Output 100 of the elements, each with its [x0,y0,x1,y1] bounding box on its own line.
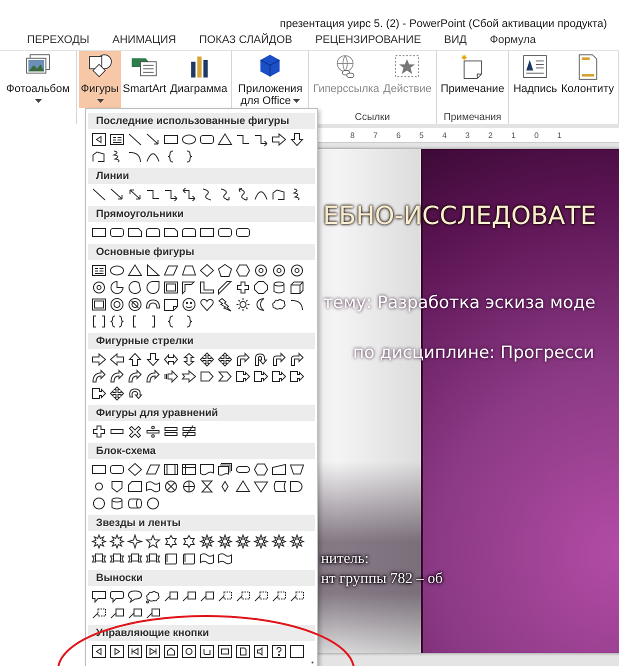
ribbon-button[interactable]: Надпись [511,51,560,96]
card-icon[interactable] [127,479,143,494]
bent-arrow-icon[interactable] [271,352,287,367]
diamond-icon[interactable] [199,263,215,278]
scroll-icon[interactable] [163,551,179,566]
action-button-beginning-icon[interactable] [127,644,143,659]
diagonal-stripe-icon[interactable] [217,280,233,295]
teardrop-icon[interactable] [145,280,161,295]
double-arrow-icon[interactable] [163,352,179,367]
half-frame-icon[interactable] [181,280,197,295]
action-button-document-icon[interactable] [235,644,251,659]
elbow-arrow-icon[interactable] [163,187,179,202]
double-arrow-vertical-icon[interactable] [181,352,197,367]
numbered-circle-icon[interactable] [253,263,269,278]
l-shape-icon[interactable] [199,280,215,295]
multi-document-icon[interactable] [217,462,233,477]
dashed-line-callout-icon[interactable] [271,589,287,604]
u-turn-arrow-icon[interactable] [253,352,269,367]
ribbon-tab[interactable]: РЕЦЕНЗИРОВАНИЕ [315,34,422,46]
rounded-rectangle-icon[interactable] [235,225,251,240]
donut-icon[interactable] [109,297,125,312]
multiply-icon[interactable] [127,424,143,439]
horizontal-cylinder-icon[interactable] [127,496,143,511]
wave-icon[interactable] [217,551,233,566]
oval-callout-icon[interactable] [127,589,143,604]
chord-icon[interactable] [127,280,143,295]
cross-circle-icon[interactable] [163,479,179,494]
numbered-circle-icon[interactable] [289,263,305,278]
octagon-icon[interactable] [253,280,269,295]
cylinder-icon[interactable] [271,280,287,295]
dashed-line-callout-icon[interactable] [289,589,305,604]
ribbon-button[interactable]: Диаграмма [168,51,230,96]
freeform-icon[interactable] [271,187,287,202]
line-callout-icon[interactable] [109,606,125,621]
bracket-pair-icon[interactable] [91,314,107,329]
equal-icon[interactable] [163,424,179,439]
dashed-line-callout-icon[interactable] [91,606,107,621]
arrow-right-icon[interactable] [91,352,107,367]
action-button-return-icon[interactable] [199,644,215,659]
arc-icon[interactable] [289,297,305,312]
cube-icon[interactable] [289,280,305,295]
lightning-icon[interactable] [217,297,233,312]
divide-icon[interactable] [145,424,161,439]
notched-arrow-icon[interactable] [181,369,197,384]
callout-arrow-icon[interactable] [235,369,251,384]
ribbon-tab[interactable]: АНИМАЦИЯ [112,34,176,46]
right-triangle-icon[interactable] [145,263,161,278]
cylinder-icon[interactable] [109,496,125,511]
text-box-icon[interactable] [91,263,107,278]
text-box-icon[interactable] [109,132,125,147]
rounded-rectangle-icon[interactable] [109,225,125,240]
line-icon[interactable] [127,132,143,147]
triangle-icon[interactable] [235,479,251,494]
circle-icon[interactable] [91,496,107,511]
quad-arrow-icon[interactable] [217,352,233,367]
arrow-up-icon[interactable] [127,352,143,367]
offpage-icon[interactable] [109,479,125,494]
oval-icon[interactable] [181,132,197,147]
ribbon-tab[interactable]: ПЕРЕХОДЫ [27,34,90,46]
quad-arrow-icon[interactable] [109,386,125,401]
circular-arrow-icon[interactable] [127,386,143,401]
rectangle-icon[interactable] [91,225,107,240]
curved-arrow-icon[interactable] [91,369,107,384]
line-callout-icon[interactable] [127,606,143,621]
smiley-icon[interactable] [181,297,197,312]
numbered-circle-icon[interactable] [91,280,107,295]
action-button-info-icon[interactable] [181,644,197,659]
dashed-line-callout-icon[interactable] [235,589,251,604]
freeform-icon[interactable] [91,149,107,164]
trapezoid-icon[interactable] [181,263,197,278]
predefined-process-icon[interactable] [163,462,179,477]
bent-arrow-icon[interactable] [289,352,305,367]
sun-icon[interactable] [235,297,251,312]
star6-icon[interactable] [181,534,197,549]
rectangle-icon[interactable] [199,225,215,240]
ribbon-button[interactable]: Колонтиту [559,51,616,96]
elbow-arrow-icon[interactable] [253,132,269,147]
ribbon-button[interactable]: Приложения для Office [234,51,306,108]
double-arrow-line-icon[interactable] [127,187,143,202]
ribbon-tab[interactable]: ВИД [444,34,467,46]
bent-arrow-icon[interactable] [235,352,251,367]
cloud-icon[interactable] [271,297,287,312]
rectangle-icon[interactable] [91,462,107,477]
heart-icon[interactable] [199,297,215,312]
seal-icon[interactable] [217,534,233,549]
manual-input-icon[interactable] [271,462,287,477]
pentagon-arrow-icon[interactable] [199,369,215,384]
striped-arrow-icon[interactable] [163,369,179,384]
callout-arrow-icon[interactable] [253,369,269,384]
not-equal-icon[interactable] [181,424,197,439]
rounded-rectangle-icon[interactable] [217,225,233,240]
wave-icon[interactable] [145,479,161,494]
ribbon-button[interactable]: Фигуры [78,51,121,108]
no-symbol-icon[interactable] [127,297,143,312]
elbow-connector-icon[interactable] [145,187,161,202]
ribbon-tab[interactable]: Формула [490,34,536,46]
curved-arrow-icon[interactable] [145,369,161,384]
action-button-sound-icon[interactable] [253,644,269,659]
action-button-forward-icon[interactable] [109,644,125,659]
action-button-blank-icon[interactable] [289,644,305,659]
